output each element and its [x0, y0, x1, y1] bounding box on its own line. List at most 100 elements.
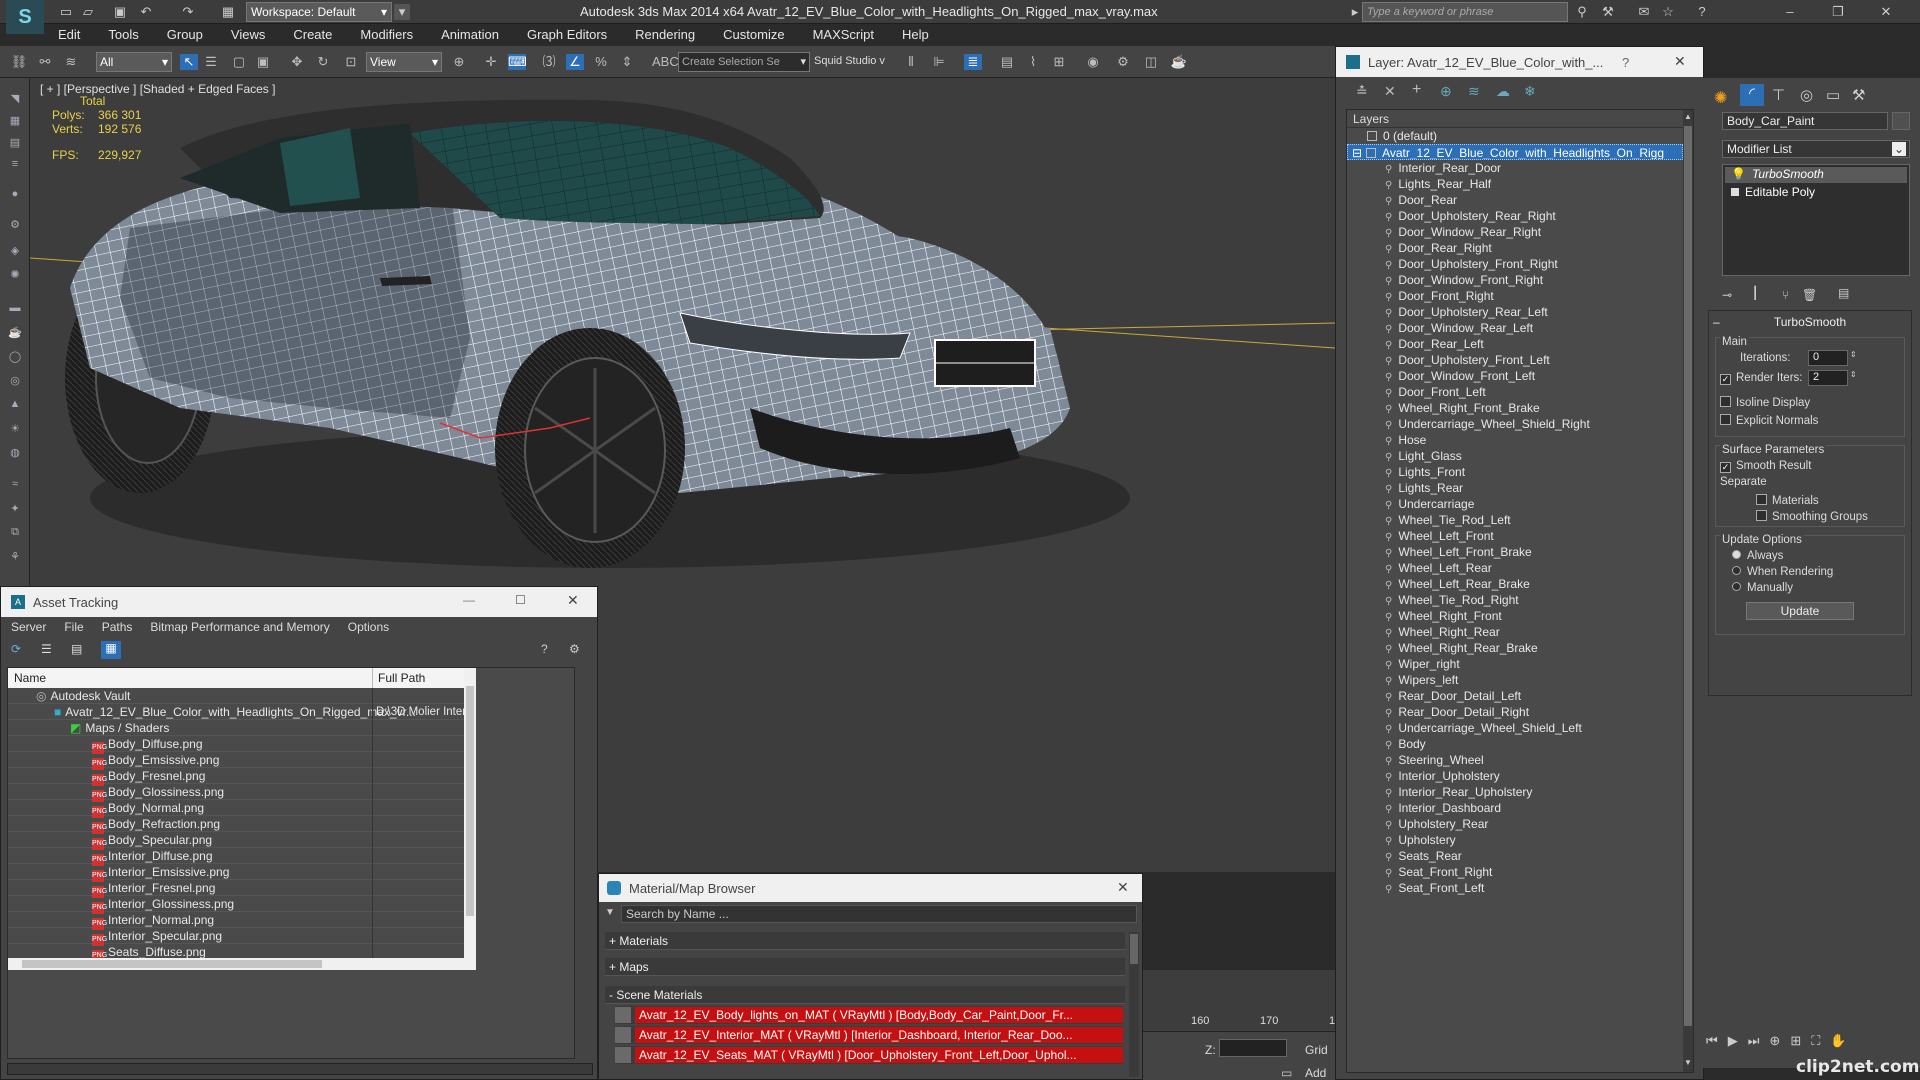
layer-object-item[interactable]: ⚲ Seat_Front_Left — [1347, 880, 1683, 896]
rotate-icon[interactable]: ↻ — [314, 54, 332, 70]
material-editor-icon[interactable]: ◉ — [1084, 54, 1102, 70]
named-selection-set-input[interactable]: Create Selection Se ▾ — [678, 52, 810, 72]
render-production-icon[interactable]: ☕ — [1170, 54, 1188, 70]
asset-row-vault[interactable]: ◎ Autodesk Vault — [8, 688, 464, 704]
object-color-swatch[interactable] — [1892, 112, 1910, 130]
material-vscroll-thumb[interactable] — [1130, 934, 1138, 964]
asset-row-map[interactable]: PNGInterior_Normal.png — [8, 912, 464, 930]
edit-named-selection-icon[interactable]: ABC — [652, 54, 679, 70]
layer-object-item[interactable]: ⚲ Wiper_right — [1347, 656, 1683, 672]
torus-tool-icon[interactable]: ◯ — [7, 350, 23, 364]
layer-object-item[interactable]: ⚲ Door_Window_Rear_Right — [1347, 224, 1683, 240]
tube-tool-icon[interactable]: ◎ — [7, 374, 23, 388]
create-panel-icon[interactable]: ✺ — [1714, 88, 1727, 108]
dynamics-tool-icon[interactable]: ⚘ — [7, 550, 23, 564]
menu-create[interactable]: Create — [279, 24, 346, 46]
layer-object-item[interactable]: ⚲ Interior_Rear_Door — [1347, 160, 1683, 176]
add-time-tag-label[interactable]: Add T — [1305, 1066, 1335, 1080]
asset-row-map[interactable]: PNGInterior_Emsissive.png — [8, 864, 464, 882]
layer-object-item[interactable]: ⚲ Door_Rear_Right — [1347, 240, 1683, 256]
layer-vscroll-thumb[interactable] — [1684, 126, 1692, 1026]
layer-vscrollbar[interactable]: ▲ ▼ — [1683, 110, 1693, 1072]
layer-object-item[interactable]: ⚲ Wheel_Right_Rear — [1347, 624, 1683, 640]
layer-object-item[interactable]: ⚲ Body — [1347, 736, 1683, 752]
highlight-layer-icon[interactable]: ≋ — [1468, 83, 1480, 100]
menu-views[interactable]: Views — [217, 24, 279, 46]
undo-icon[interactable]: ↶ — [138, 4, 154, 20]
favorites-icon[interactable]: ☆ — [1660, 4, 1676, 20]
material-vscrollbar[interactable] — [1129, 932, 1139, 1077]
material-row-body[interactable]: Avatr_12_EV_Body_lights_on_MAT ( VRayMtl… — [615, 1006, 1123, 1024]
section-scene-materials[interactable]: - Scene Materials — [605, 986, 1125, 1004]
menu-maxscript[interactable]: MAXScript — [799, 24, 888, 46]
configure-modifier-sets-icon[interactable]: ▤ — [1838, 286, 1849, 300]
particle-tool-icon[interactable]: ✦ — [7, 502, 23, 516]
layer-object-item[interactable]: ⚲ Door_Window_Rear_Left — [1347, 320, 1683, 336]
layer-object-item[interactable]: ⚲ Rear_Door_Detail_Left — [1347, 688, 1683, 704]
new-file-icon[interactable]: ▭ — [58, 4, 74, 20]
layer-object-item[interactable]: ⚲ Door_Front_Left — [1347, 384, 1683, 400]
smooth-result-checkbox[interactable]: ✓ Smooth Result — [1720, 460, 1811, 473]
layer-manager-titlebar[interactable]: Layer: Avatr_12_EV_Blue_Color_with_... ?… — [1336, 47, 1703, 77]
update-always-radio[interactable]: Always — [1732, 550, 1783, 562]
render-setup-icon[interactable]: ⚙ — [1114, 54, 1132, 70]
stack-editable-poly[interactable]: Editable Poly — [1725, 185, 1907, 201]
compound-tool-icon[interactable]: ⧉ — [7, 526, 23, 540]
isoline-display-checkbox[interactable]: Isoline Display — [1720, 396, 1810, 409]
layer-object-item[interactable]: ⚲ Rear_Door_Detail_Right — [1347, 704, 1683, 720]
restore-icon[interactable]: ❐ — [1830, 4, 1846, 20]
search-input[interactable]: Type a keyword or phrase — [1362, 2, 1568, 22]
scroll-up-icon[interactable]: ▲ — [1683, 112, 1693, 122]
asset-menu-bitmap[interactable]: Bitmap Performance and Memory — [141, 617, 338, 637]
hide-all-layers-icon[interactable]: ☁ — [1496, 83, 1510, 100]
layer-object-item[interactable]: ⚲ Door_Upholstery_Front_Left — [1347, 352, 1683, 368]
create-tab-icon[interactable]: ◥ — [7, 92, 23, 106]
stack-turbosmooth[interactable]: 💡 TurboSmooth — [1725, 167, 1907, 183]
asset-row-map[interactable]: PNGInterior_Glossiness.png — [8, 896, 464, 914]
link-icon[interactable]: ⛓ — [10, 54, 28, 70]
layer-object-item[interactable]: ⚲ Wheel_Right_Rear_Brake — [1347, 640, 1683, 656]
menu-customize[interactable]: Customize — [709, 24, 798, 46]
zoom-icon[interactable]: ⊕ — [1769, 1033, 1780, 1057]
menu-help[interactable]: Help — [888, 24, 943, 46]
display-panel-icon[interactable]: ▭ — [1826, 86, 1840, 104]
iterations-spinner-icon[interactable]: ⇕ — [1850, 350, 1857, 359]
delete-layer-icon[interactable]: ✕ — [1384, 83, 1396, 100]
layer-object-item[interactable]: ⚲ Seats_Rear — [1347, 848, 1683, 864]
layer-object-item[interactable]: ⚲ Seat_Front_Right — [1347, 864, 1683, 880]
layer-object-item[interactable]: ⚲ Door_Upholstery_Rear_Right — [1347, 208, 1683, 224]
menu-rendering[interactable]: Rendering — [621, 24, 709, 46]
pan-icon[interactable]: ✋ — [1830, 1033, 1846, 1057]
bind-space-warp-icon[interactable]: ≋ — [62, 54, 80, 70]
layer-default[interactable]: 0 (default) — [1347, 128, 1683, 144]
layer-object-item[interactable]: ⚲ Wheel_Right_Front — [1347, 608, 1683, 624]
separate-smoothing-groups-checkbox[interactable]: Smoothing Groups — [1756, 510, 1868, 523]
sun-tool-icon[interactable]: ☀ — [7, 422, 23, 436]
mirror-icon[interactable]: ⫴ — [902, 54, 920, 70]
angle-snap-icon[interactable]: ∠ — [566, 54, 584, 70]
select-in-layer-icon[interactable]: ⊕ — [1440, 83, 1452, 100]
viewport-label[interactable]: [ + ] [Perspective ] [Shaded + Edged Fac… — [40, 82, 275, 96]
layer-tree-header[interactable]: Layers — [1347, 110, 1683, 128]
iterations-input[interactable]: 0 — [1808, 350, 1848, 366]
asset-menu-file[interactable]: File — [55, 617, 92, 637]
asset-row-map[interactable]: PNGBody_Fresnel.png — [8, 768, 464, 786]
asset-hscroll-thumb[interactable] — [22, 960, 322, 968]
layer-object-item[interactable]: ⚲ Light_Glass — [1347, 448, 1683, 464]
reference-coordinate-select[interactable]: View ▾ — [366, 52, 442, 72]
cone-tool-icon[interactable]: ▲ — [7, 398, 23, 412]
sphere-tool-icon[interactable]: ● — [7, 188, 23, 202]
browser-options-icon[interactable]: ▼ — [605, 907, 615, 918]
layer-object-item[interactable]: ⚲ Wheel_Right_Front_Brake — [1347, 400, 1683, 416]
motion-panel-icon[interactable]: ◎ — [1800, 86, 1813, 104]
layer-object-item[interactable]: ⚲ Lights_Rear — [1347, 480, 1683, 496]
light-tool-icon[interactable]: ✺ — [7, 268, 23, 282]
graphite-ribbon-icon[interactable]: ▤ — [998, 54, 1016, 70]
asset-table-view-icon[interactable]: ▦ — [101, 641, 121, 659]
asset-list-view-icon[interactable]: ☰ — [41, 642, 52, 656]
asset-help-icon[interactable]: ? — [541, 642, 548, 656]
layer-object-item[interactable]: ⚲ Wheel_Left_Front_Brake — [1347, 544, 1683, 560]
modifier-list-select[interactable]: Modifier List ⌄ — [1722, 140, 1910, 158]
percent-snap-icon[interactable]: % — [592, 54, 610, 70]
curve-editor-icon[interactable]: ⌇ — [1024, 54, 1042, 70]
